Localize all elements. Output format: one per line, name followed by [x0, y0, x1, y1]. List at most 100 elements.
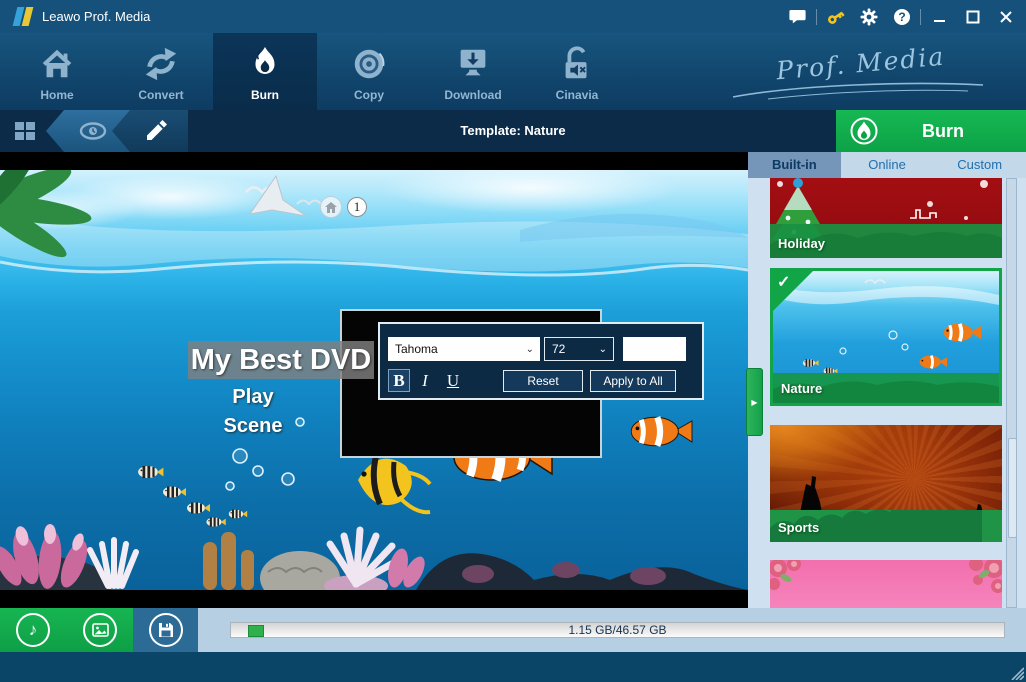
eye-icon [78, 121, 108, 141]
nav-item-download[interactable]: Download [421, 33, 525, 110]
checkmark-icon: ✓ [777, 272, 790, 292]
burn-button-label: Burn [878, 121, 1008, 142]
app-window: Leawo Prof. Media ? [0, 0, 1026, 682]
reset-button[interactable]: Reset [503, 370, 583, 392]
sub-toolbar: Template: Nature Burn [0, 110, 1026, 152]
nav-label: Cinavia [556, 88, 599, 102]
menu-item-play[interactable]: Play [160, 386, 346, 409]
save-group [133, 608, 198, 652]
nav-label: Download [444, 88, 501, 102]
leawo-logo-icon [13, 7, 35, 26]
main-nav: Home Convert Burn Copy Download Cinavia … [0, 33, 1026, 110]
pencil-icon [143, 119, 167, 143]
brand-text: Prof. Media [775, 42, 946, 86]
template-thumb-holiday[interactable]: Holiday [770, 178, 1002, 258]
burn-button-flame-icon [850, 117, 878, 145]
window-title: Leawo Prof. Media [42, 0, 150, 33]
save-disk-icon [158, 622, 174, 638]
titlebar-divider [816, 9, 817, 25]
bold-button[interactable]: B [388, 369, 410, 392]
resize-grip[interactable] [1008, 664, 1024, 680]
template-thumb-pink[interactable] [770, 560, 1002, 608]
nav-item-convert[interactable]: Convert [109, 33, 213, 110]
main-area: 1 My Best DVD Play Scene Tahoma ⌄ 72 ⌄ B… [0, 152, 1026, 608]
settings-button[interactable] [852, 0, 885, 33]
sidebar-collapse-handle[interactable]: ▶ [746, 368, 763, 436]
minimize-button[interactable] [923, 0, 956, 33]
nav-label: Convert [138, 88, 183, 102]
underline-button[interactable]: U [442, 369, 464, 392]
tab-custom[interactable]: Custom [933, 152, 1026, 178]
nav-item-copy[interactable]: Copy [317, 33, 421, 110]
gear-icon [860, 8, 878, 26]
maximize-button[interactable] [956, 0, 989, 33]
template-grid-button[interactable] [10, 117, 40, 145]
convert-icon [141, 45, 181, 83]
media-buttons-group: ♪ [0, 608, 133, 652]
nav-label: Burn [251, 88, 279, 102]
nav-item-cinavia[interactable]: Cinavia [525, 33, 629, 110]
titlebar: Leawo Prof. Media ? [0, 0, 1026, 33]
menu-item-scene[interactable]: Scene [160, 415, 346, 438]
template-thumb-nature[interactable]: Nature ✓ [770, 268, 1002, 406]
cinavia-unlock-icon [557, 45, 597, 83]
burn-flame-icon [245, 45, 285, 83]
menu-home-button[interactable] [320, 196, 342, 218]
nav-item-home[interactable]: Home [5, 33, 109, 110]
brand-swoosh [728, 81, 988, 101]
nav-label: Copy [354, 88, 384, 102]
chevron-down-icon: ⌄ [526, 344, 534, 355]
template-thumb-sports[interactable]: Sports [770, 425, 1002, 542]
help-button[interactable]: ? [885, 0, 918, 33]
picture-icon [92, 623, 109, 637]
template-name: Sports [778, 520, 819, 535]
home-icon [37, 45, 77, 83]
italic-button[interactable]: I [414, 369, 436, 392]
burn-action-button[interactable]: Burn [836, 110, 1026, 152]
dvd-title-text[interactable]: My Best DVD [188, 341, 374, 379]
brand-logo: Prof. Media [758, 47, 968, 103]
question-icon: ? [893, 8, 911, 26]
svg-text:?: ? [898, 10, 905, 24]
feedback-button[interactable] [781, 0, 814, 33]
font-family-select[interactable]: Tahoma ⌄ [388, 337, 540, 361]
arrow-right-icon: ▶ [751, 398, 757, 407]
template-name: Holiday [778, 236, 825, 251]
nav-label: Home [40, 88, 73, 102]
save-template-button[interactable] [149, 613, 183, 647]
disc-capacity-bar: 1.15 GB/46.57 GB [230, 622, 1005, 638]
music-note-icon: ♪ [29, 620, 38, 640]
chevron-down-icon: ⌄ [599, 344, 607, 355]
key-icon [826, 7, 846, 27]
grid-icon [13, 120, 37, 142]
template-tabs: Built-in Online Custom [748, 152, 1026, 178]
font-size-select[interactable]: 72 ⌄ [544, 337, 614, 361]
status-bar [0, 652, 1026, 682]
background-music-button[interactable]: ♪ [16, 613, 50, 647]
download-icon [453, 45, 493, 83]
dvd-menu-preview: 1 My Best DVD Play Scene Tahoma ⌄ 72 ⌄ B… [0, 152, 748, 608]
pink-artwork [770, 560, 1002, 608]
font-color-swatch[interactable] [623, 337, 686, 361]
sidebar-scrollbar[interactable] [1006, 178, 1017, 608]
template-sidebar: Built-in Online Custom [748, 152, 1026, 608]
nav-item-burn[interactable]: Burn [213, 33, 317, 110]
chapter-number-badge[interactable]: 1 [347, 197, 367, 217]
titlebar-divider [920, 9, 921, 25]
bottom-toolbar: ♪ 1.15 GB/46.57 GB [0, 608, 1026, 652]
tab-online[interactable]: Online [841, 152, 934, 178]
tab-built-in[interactable]: Built-in [748, 152, 841, 178]
disc-copy-icon [349, 45, 389, 83]
font-size-value: 72 [552, 342, 565, 356]
font-settings-dialog: Tahoma ⌄ 72 ⌄ B I U Reset Apply to All [378, 322, 704, 400]
background-image-button[interactable] [83, 613, 117, 647]
minimize-icon [933, 10, 947, 24]
capacity-text: 1.15 GB/46.57 GB [231, 623, 1004, 637]
maximize-icon [966, 10, 980, 24]
chat-bubble-icon [789, 9, 807, 25]
register-button[interactable] [819, 0, 852, 33]
scrollbar-thumb[interactable] [1008, 438, 1017, 538]
template-list: Holiday [748, 178, 1026, 608]
close-button[interactable] [989, 0, 1022, 33]
apply-to-all-button[interactable]: Apply to All [590, 370, 676, 392]
